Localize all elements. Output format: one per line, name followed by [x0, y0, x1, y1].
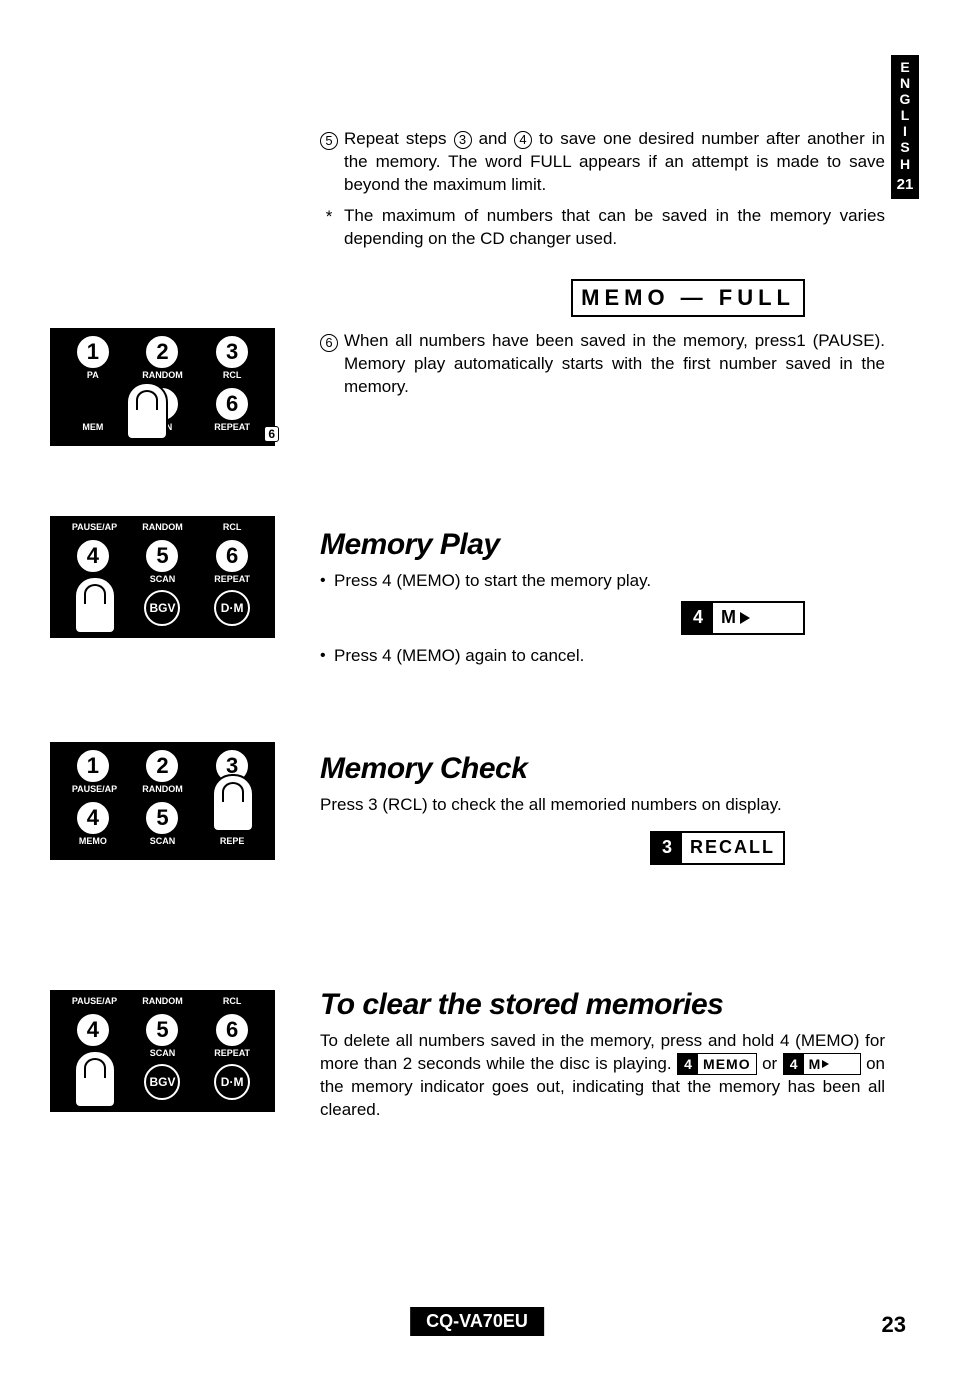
clear-memories-text: To delete all numbers saved in the memor… — [320, 1030, 885, 1122]
page-number: 23 — [882, 1312, 906, 1338]
step-5-note: The maximum of numbers that can be saved… — [344, 205, 885, 251]
clear-memories-title: To clear the stored memories — [320, 988, 885, 1022]
button-dm: D·M — [214, 1064, 250, 1100]
step-5-block: 5 Repeat steps 3 and 4 to save one desir… — [320, 128, 885, 317]
button-dm: D·M — [214, 590, 250, 626]
button-6: 6 — [214, 1012, 250, 1048]
language-tab: ENGLISH 21 — [891, 55, 919, 199]
button-4: 4 — [75, 538, 111, 574]
step-5-text: Repeat steps 3 and 4 to save one desired… — [344, 128, 885, 197]
play-icon — [740, 612, 750, 624]
memory-check-line1: Press 3 (RCL) to check the all memoried … — [320, 794, 885, 817]
keypad-illustration-3: 1 2 3 PAUSE/AP RANDOM 4 5 MEMO SCAN REPE — [50, 742, 275, 860]
button-5: 5 — [144, 800, 180, 836]
button-6: 6 — [214, 386, 250, 422]
button-4: 4 — [75, 1012, 111, 1048]
language-label: ENGLISH — [891, 59, 919, 172]
memory-play-section: Memory Play Press 4 (MEMO) to start the … — [320, 528, 885, 676]
section-page: 21 — [891, 176, 919, 193]
display-4-m: 4 M — [681, 601, 805, 635]
ref-3-icon: 3 — [454, 131, 472, 149]
callout-6: 6 — [264, 426, 279, 442]
keypad-illustration-2: PAUSE/AP RANDOM RCL 4 5 6 SCAN REPEAT CL… — [50, 516, 275, 638]
model-number: CQ-VA70EU — [410, 1307, 544, 1336]
finger-icon — [74, 1050, 116, 1108]
inline-display-4-m: 4 M — [783, 1053, 861, 1075]
finger-icon — [212, 774, 254, 832]
button-5: 5 — [144, 1012, 180, 1048]
button-2: 2 — [144, 748, 180, 784]
button-bgv: BGV — [144, 1064, 180, 1100]
play-icon — [822, 1060, 829, 1068]
keypad-illustration-1: 1 2 3 PA RANDOM RCL 5 6 MEM CAN REPEAT 6 — [50, 328, 275, 446]
button-4: 4 — [75, 800, 111, 836]
button-bgv: BGV — [144, 590, 180, 626]
button-5: 5 — [144, 538, 180, 574]
display-3-recall: 3 RECALL — [650, 831, 785, 865]
memory-play-title: Memory Play — [320, 528, 885, 562]
memory-check-title: Memory Check — [320, 752, 885, 786]
step-6-marker: 6 — [320, 334, 338, 352]
finger-icon — [74, 576, 116, 634]
keypad-illustration-4: PAUSE/AP RANDOM RCL 4 5 6 SCAN REPEAT CL… — [50, 990, 275, 1112]
button-2: 2 — [144, 334, 180, 370]
memo-full-display: MEMO — FULL — [571, 279, 805, 317]
button-6: 6 — [214, 538, 250, 574]
clear-memories-section: To clear the stored memories To delete a… — [320, 988, 885, 1130]
memory-play-line1: Press 4 (MEMO) to start the memory play. — [320, 570, 885, 593]
step-6-block: 6 When all numbers have been saved in th… — [320, 330, 885, 407]
step-6-text: When all numbers have been saved in the … — [344, 330, 885, 399]
button-1: 1 — [75, 334, 111, 370]
step-5-marker: 5 — [320, 132, 338, 150]
memory-play-line2: Press 4 (MEMO) again to cancel. — [320, 645, 885, 668]
ref-4-icon: 4 — [514, 131, 532, 149]
button-3: 3 — [214, 334, 250, 370]
button-1: 1 — [75, 748, 111, 784]
inline-display-4-memo: 4 MEMO — [677, 1053, 757, 1075]
memory-check-section: Memory Check Press 3 (RCL) to check the … — [320, 752, 885, 865]
note-marker: * — [320, 205, 338, 251]
finger-icon — [126, 382, 168, 440]
